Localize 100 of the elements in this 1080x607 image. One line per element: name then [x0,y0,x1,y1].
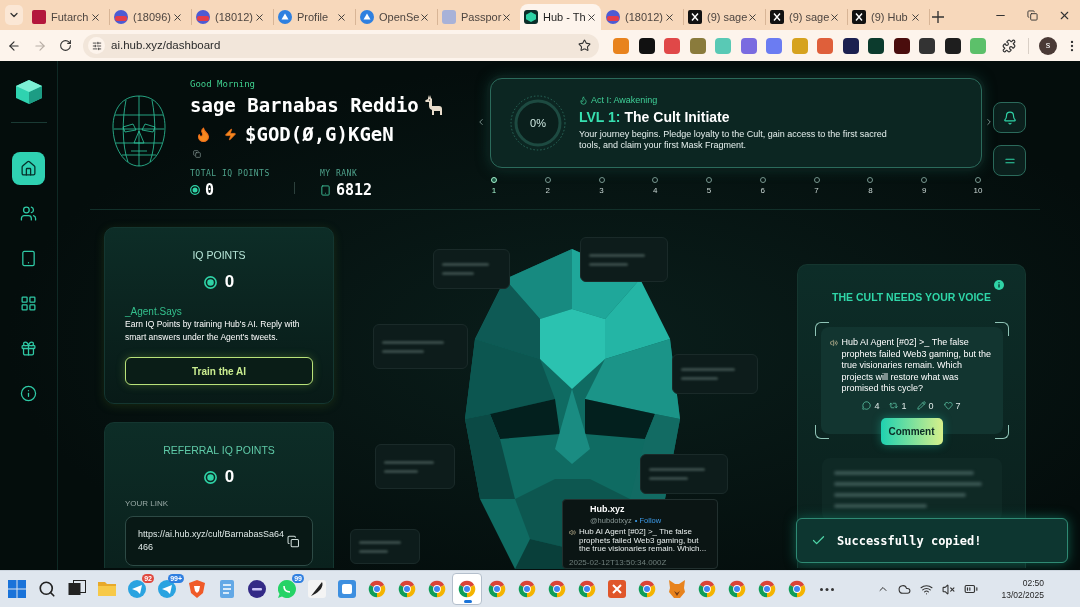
sidebar-nav-button[interactable] [12,152,45,185]
speaker-muted-icon[interactable] [942,582,956,596]
comment-button[interactable]: Comment [880,417,943,445]
browser-tab[interactable]: (9) Hub [848,4,929,30]
stat-label: MY RANK [320,169,358,179]
level-label: LVL 1: [579,108,621,126]
tweet-text: Hub AI Agent [#02] >_ The false prophets failed Web3 gaming, but the true visionaries remain. Which... [579,528,708,554]
close-icon[interactable] [585,11,597,23]
close-icon[interactable] [254,11,265,23]
close-icon[interactable] [90,11,101,23]
cube-logo-icon[interactable] [15,80,42,104]
extension-icon[interactable] [919,37,935,54]
info-icon[interactable] [994,280,1004,290]
users-icon [20,205,37,222]
task-view-icon [68,580,86,598]
extensions-puzzle-icon[interactable] [1002,38,1016,53]
tab-list-button[interactable] [5,5,23,25]
comment-icon[interactable] [862,401,872,410]
extension-icon[interactable] [868,37,884,54]
notifications-button[interactable] [993,102,1026,133]
extension-icon[interactable] [638,37,655,54]
browser-icon [398,580,416,598]
address-field[interactable]: ai.hub.xyz/dashboard [83,33,599,58]
browser-tab[interactable]: (9) sage [684,4,765,30]
close-icon[interactable] [664,11,675,23]
close-icon[interactable] [910,11,921,23]
act-label: Act I: Awakening [591,95,658,106]
profile-avatar[interactable]: s [1039,36,1057,55]
speaker-icon [569,529,576,536]
menu-button[interactable] [993,145,1026,176]
browser-tab[interactable]: (9) sage [766,4,847,30]
step-number: 8 [868,186,873,196]
close-icon[interactable] [829,11,841,23]
search-icon [38,580,56,598]
stat-count: 7 [955,399,961,412]
referral-link-field[interactable]: https://ai.hub.xyz/cult/BarnabasSa64466 [125,516,313,566]
browser-tab[interactable]: (18012) [602,4,683,30]
stat-value: 6812 [336,182,373,198]
repost-icon[interactable] [889,401,899,410]
favicon-icon [196,10,210,24]
paper-plane-icon [128,580,146,598]
heart-icon[interactable] [943,401,953,410]
step-number: 9 [921,186,927,196]
round-app-icon [248,580,266,598]
quill-icon [308,580,326,598]
more-icon [820,587,834,591]
restore-icon[interactable] [1026,9,1038,21]
browser-icon [518,580,536,598]
points-value: 0 [224,467,235,487]
reload-icon[interactable] [59,39,72,52]
train-button[interactable]: Train the AI [125,357,313,385]
back-icon[interactable] [7,38,21,53]
toast-message: Successfully copied! [837,532,982,550]
close-icon[interactable] [336,11,347,23]
browser-tab[interactable]: Passpor [438,4,519,30]
close-icon[interactable] [747,11,759,23]
llama-icon [423,95,442,115]
points-value: 0 [224,272,235,292]
browser-tab[interactable]: (18096) [110,4,191,30]
wireframe-mask-drawing [112,95,166,167]
browser-tab[interactable]: Profile [274,4,355,30]
agent-label: _Agent.Says [125,305,182,318]
site-settings-icon[interactable] [91,40,102,51]
stat-value: 0 [205,182,215,198]
browser-icon [638,580,656,598]
favicon-icon [278,10,292,24]
pencil-icon[interactable] [916,401,926,410]
step-number: 6 [760,186,766,196]
browser-tab[interactable]: Futarch [28,4,109,30]
clock-time[interactable]: 02:50 [1022,577,1044,589]
ring-dot-icon [190,185,200,195]
copy-icon[interactable] [287,534,300,548]
tweet-text: Hub AI Agent [#02] >_ The false prophets failed Web3 gaming, but the true visionaries remain. Which projects will restore what was promised this cycle? [841,337,992,395]
browser-icon [368,580,386,598]
wifi-icon[interactable] [920,582,934,596]
close-icon[interactable] [501,11,513,23]
new-tab-plus-icon[interactable] [932,11,944,23]
step-number: 1 [491,186,497,196]
battery-icon[interactable] [964,582,979,596]
extension-icon[interactable] [893,37,910,54]
tablet-icon [320,184,331,196]
bookmark-star-icon[interactable] [578,39,591,52]
browser-tab[interactable]: Hub - Th [520,4,601,30]
lightning-icon [224,126,237,142]
close-icon[interactable] [419,11,431,23]
cloud-icon[interactable] [898,582,912,596]
close-icon[interactable] [172,11,183,23]
card-title: IQ POINTS [192,248,246,262]
extension-icon[interactable] [944,37,961,54]
step-number: 3 [599,186,604,196]
level-description: Your journey begins. Pledge loyalty to the Cult, gain access to the first sacred tools, and claim your first Mask Fragment. [579,129,888,151]
browser-tab[interactable]: (18012) [192,4,273,30]
flame-icon [579,96,588,105]
paper-plane-icon [158,580,176,598]
favicon-icon [688,10,702,24]
extension-icon[interactable] [842,37,859,54]
browser-tab[interactable]: OpenSe [356,4,437,30]
clock-date[interactable]: 13/02/2025 [1001,589,1044,601]
stat-count: 1 [901,399,907,412]
gift-icon [20,340,37,357]
